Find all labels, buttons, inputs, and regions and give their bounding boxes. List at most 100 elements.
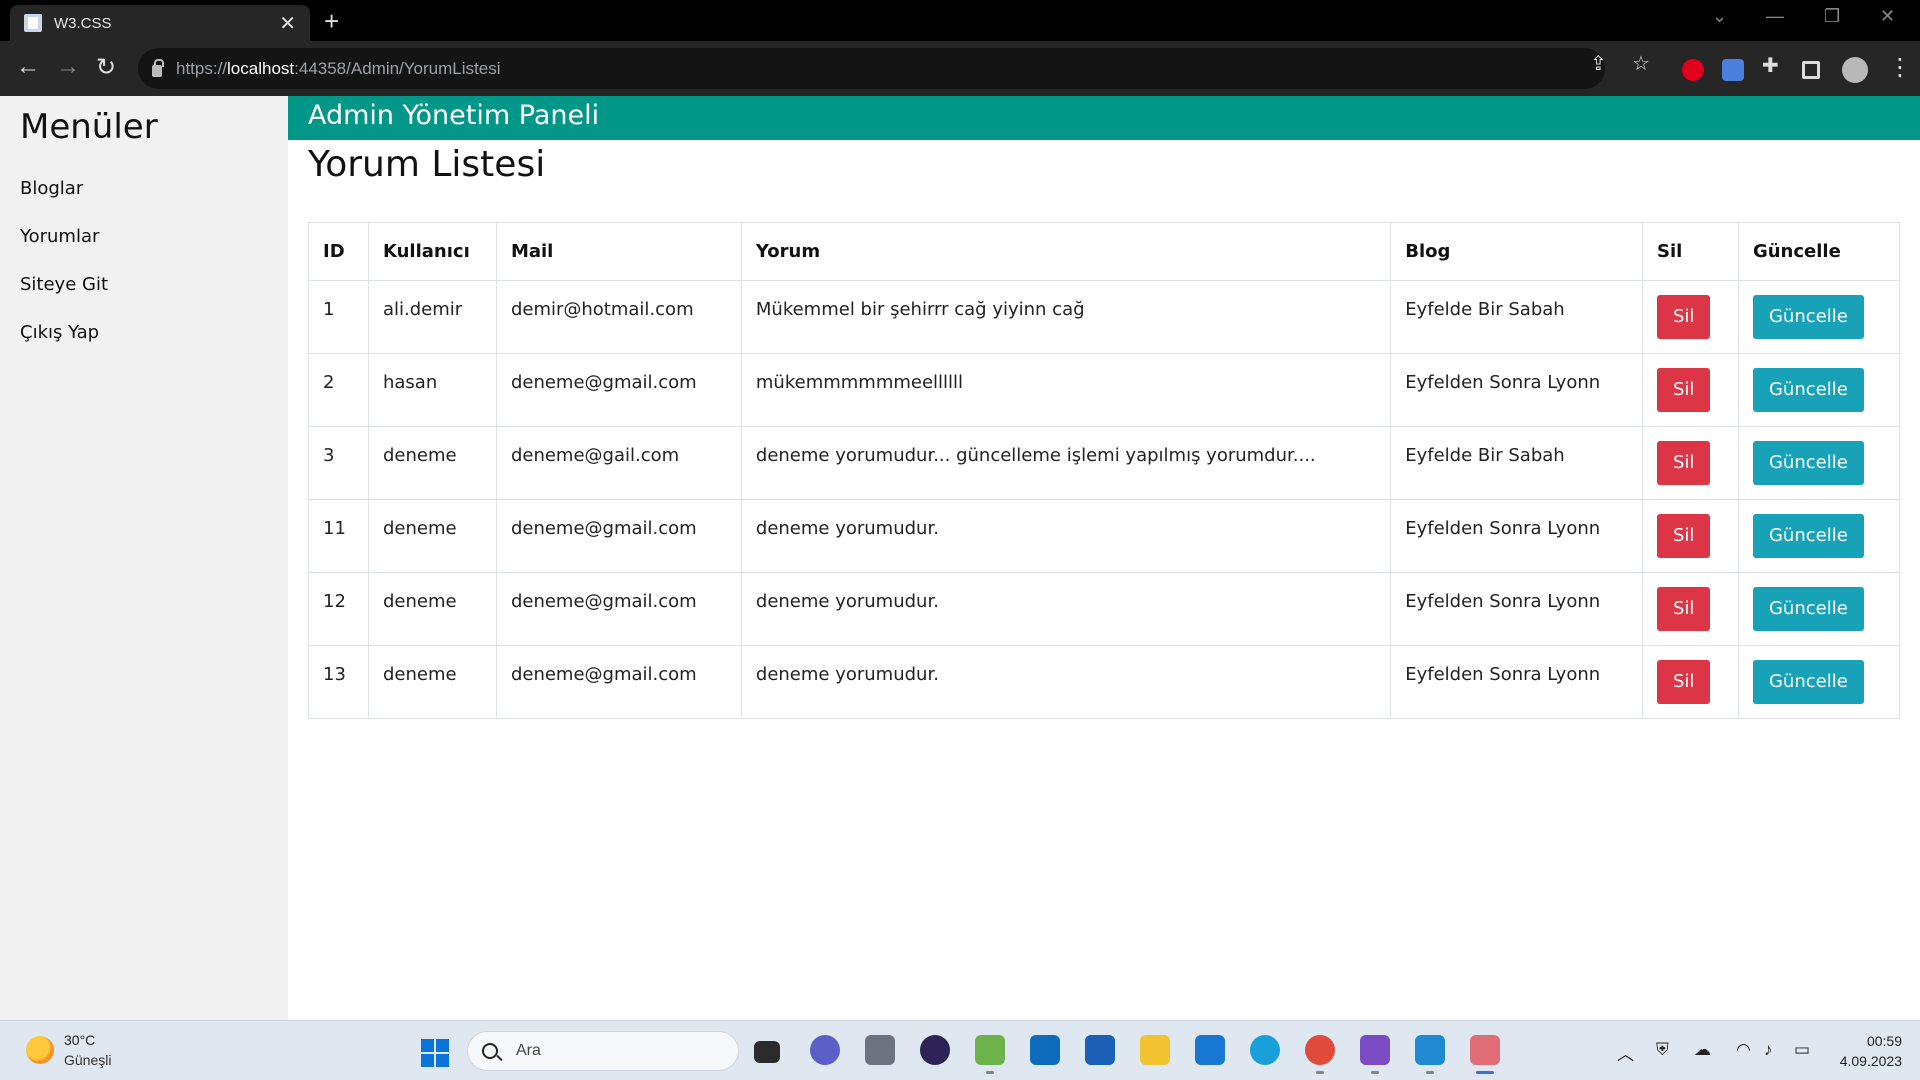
cell-id: 12 <box>308 572 369 646</box>
cell-user: deneme <box>367 572 497 646</box>
cell-user: ali.demir <box>367 280 497 354</box>
sidebar-item-siteye-git[interactable]: Siteye Git <box>20 274 108 295</box>
restore-icon[interactable]: ❐ <box>1824 6 1840 27</box>
cell-user: deneme <box>367 645 497 719</box>
table-row: 2 hasan deneme@gmail.com mükemmmmmmeelll… <box>308 353 1901 427</box>
weather-sun-icon[interactable] <box>26 1036 54 1064</box>
delete-button[interactable]: Sil <box>1657 660 1711 704</box>
sidebar-item-yorumlar[interactable]: Yorumlar <box>20 226 99 247</box>
cell-blog: Eyfelden Sonra Lyonn <box>1390 645 1643 719</box>
clock-date[interactable]: 4.09.2023 <box>1840 1053 1902 1069</box>
screen-snip-icon[interactable] <box>1470 1035 1500 1065</box>
menu-more-icon[interactable]: ⋮ <box>1888 53 1912 82</box>
adblock-extension-icon[interactable] <box>1682 59 1704 81</box>
cell-mail: deneme@gail.com <box>495 426 742 500</box>
teams-chat-icon[interactable] <box>810 1035 840 1065</box>
browser-tab[interactable]: W3.CSS ✕ <box>10 5 310 41</box>
battery-icon[interactable]: ▭ <box>1794 1040 1810 1060</box>
table-row: 13 deneme deneme@gmail.com deneme yorumu… <box>308 645 1901 719</box>
microsoft-store-icon[interactable] <box>1085 1035 1115 1065</box>
column-header-blog: Blog <box>1390 222 1643 281</box>
back-icon[interactable]: ← <box>16 53 40 81</box>
comments-table: ID Kullanıcı Mail Yorum Blog Sil Güncell… <box>308 222 1901 719</box>
minimize-icon[interactable]: — <box>1766 6 1784 27</box>
sidebar-title: Menüler <box>20 107 158 147</box>
update-button[interactable]: Güncelle <box>1752 368 1864 412</box>
delete-button[interactable]: Sil <box>1657 441 1711 485</box>
column-header-id: ID <box>308 222 369 281</box>
bookmark-star-icon[interactable]: ☆ <box>1632 51 1650 76</box>
address-bar[interactable]: https://localhost:44358/Admin/YorumListe… <box>138 48 1605 89</box>
update-button[interactable]: Güncelle <box>1752 441 1864 485</box>
eclipse-icon[interactable] <box>920 1035 950 1065</box>
taskbar-search-box[interactable]: Ara <box>467 1031 739 1071</box>
volume-icon[interactable]: ♪ <box>1764 1040 1773 1060</box>
show-hidden-icons-icon[interactable]: ︿ <box>1617 1040 1634 1065</box>
close-window-icon[interactable]: ✕ <box>1880 6 1895 27</box>
tab-search-icon[interactable]: ⌄ <box>1712 6 1727 27</box>
update-button[interactable]: Güncelle <box>1752 514 1864 558</box>
update-button[interactable]: Güncelle <box>1752 295 1864 339</box>
cell-update: Güncelle <box>1737 645 1901 719</box>
tab-close-icon[interactable]: ✕ <box>279 11 296 36</box>
table-row: 1 ali.demir demir@hotmail.com Mükemmel b… <box>308 280 1901 354</box>
cell-mail: deneme@gmail.com <box>495 572 742 646</box>
forward-icon[interactable]: → <box>56 53 80 81</box>
weather-description[interactable]: Güneşli <box>64 1052 111 1068</box>
delete-button[interactable]: Sil <box>1657 587 1711 631</box>
reload-icon[interactable]: ↻ <box>96 53 116 82</box>
update-button[interactable]: Güncelle <box>1752 587 1864 631</box>
lock-icon[interactable] <box>152 58 164 77</box>
edge-browser-icon[interactable] <box>1250 1035 1280 1065</box>
file-explorer-icon[interactable] <box>1140 1035 1170 1065</box>
page-favicon-icon <box>24 14 42 32</box>
share-icon[interactable]: ⇪ <box>1590 51 1607 76</box>
snipping-tool-icon[interactable] <box>975 1035 1005 1065</box>
extensions-puzzle-icon[interactable]: ✚ <box>1762 53 1779 78</box>
sidebar-item-bloglar[interactable]: Bloglar <box>20 178 83 199</box>
cell-update: Güncelle <box>1737 353 1901 427</box>
delete-button[interactable]: Sil <box>1657 368 1711 412</box>
side-panel-icon[interactable] <box>1802 61 1820 79</box>
visual-studio-icon[interactable] <box>1360 1035 1390 1065</box>
running-indicator <box>1316 1071 1324 1074</box>
profile-avatar[interactable] <box>1842 57 1868 83</box>
table-row: 12 deneme deneme@gmail.com deneme yorumu… <box>308 572 1901 646</box>
cell-id: 13 <box>308 645 369 719</box>
translate-extension-icon[interactable] <box>1722 59 1744 81</box>
sidebar-item-cikis-yap[interactable]: Çıkış Yap <box>20 322 99 343</box>
wifi-icon[interactable]: ◠ <box>1736 1040 1751 1060</box>
active-indicator <box>1476 1071 1494 1074</box>
delete-button[interactable]: Sil <box>1657 514 1711 558</box>
cell-id: 3 <box>308 426 369 500</box>
weather-temperature[interactable]: 30°C <box>64 1032 95 1048</box>
column-header-guncelle: Güncelle <box>1737 222 1901 281</box>
page-content: Menüler Bloglar Yorumlar Siteye Git Çıkı… <box>0 96 1920 1020</box>
column-header-sil: Sil <box>1642 222 1739 281</box>
cell-delete: Sil <box>1642 353 1739 427</box>
cell-blog: Eyfelden Sonra Lyonn <box>1390 572 1643 646</box>
cell-delete: Sil <box>1642 645 1739 719</box>
vscode-icon[interactable] <box>1415 1035 1445 1065</box>
delete-button[interactable]: Sil <box>1657 295 1711 339</box>
calculator-icon[interactable] <box>865 1035 895 1065</box>
security-shield-icon[interactable]: ⛨ <box>1656 1040 1669 1060</box>
mail-icon[interactable] <box>1030 1035 1060 1065</box>
cell-user: deneme <box>367 426 497 500</box>
cell-user: deneme <box>367 499 497 573</box>
column-header-yorum: Yorum <box>740 222 1392 281</box>
chrome-icon[interactable] <box>1305 1035 1335 1065</box>
cell-id: 1 <box>308 280 369 354</box>
search-icon <box>482 1043 498 1059</box>
onedrive-cloud-icon[interactable]: ☁ <box>1694 1040 1711 1060</box>
cell-comment: deneme yorumudur. <box>740 645 1392 719</box>
update-button[interactable]: Güncelle <box>1752 660 1864 704</box>
launcher-l-icon[interactable] <box>1195 1035 1225 1065</box>
admin-header: Admin Yönetim Paneli <box>288 96 1920 140</box>
new-tab-button[interactable]: + <box>324 6 339 37</box>
browser-tab-bar: W3.CSS ✕ + ⌄ — ❐ ✕ <box>0 0 1920 41</box>
clock-time[interactable]: 00:59 <box>1867 1033 1902 1049</box>
start-menu-icon[interactable] <box>421 1039 449 1067</box>
running-indicator <box>986 1071 994 1074</box>
task-view-icon[interactable] <box>754 1041 780 1063</box>
